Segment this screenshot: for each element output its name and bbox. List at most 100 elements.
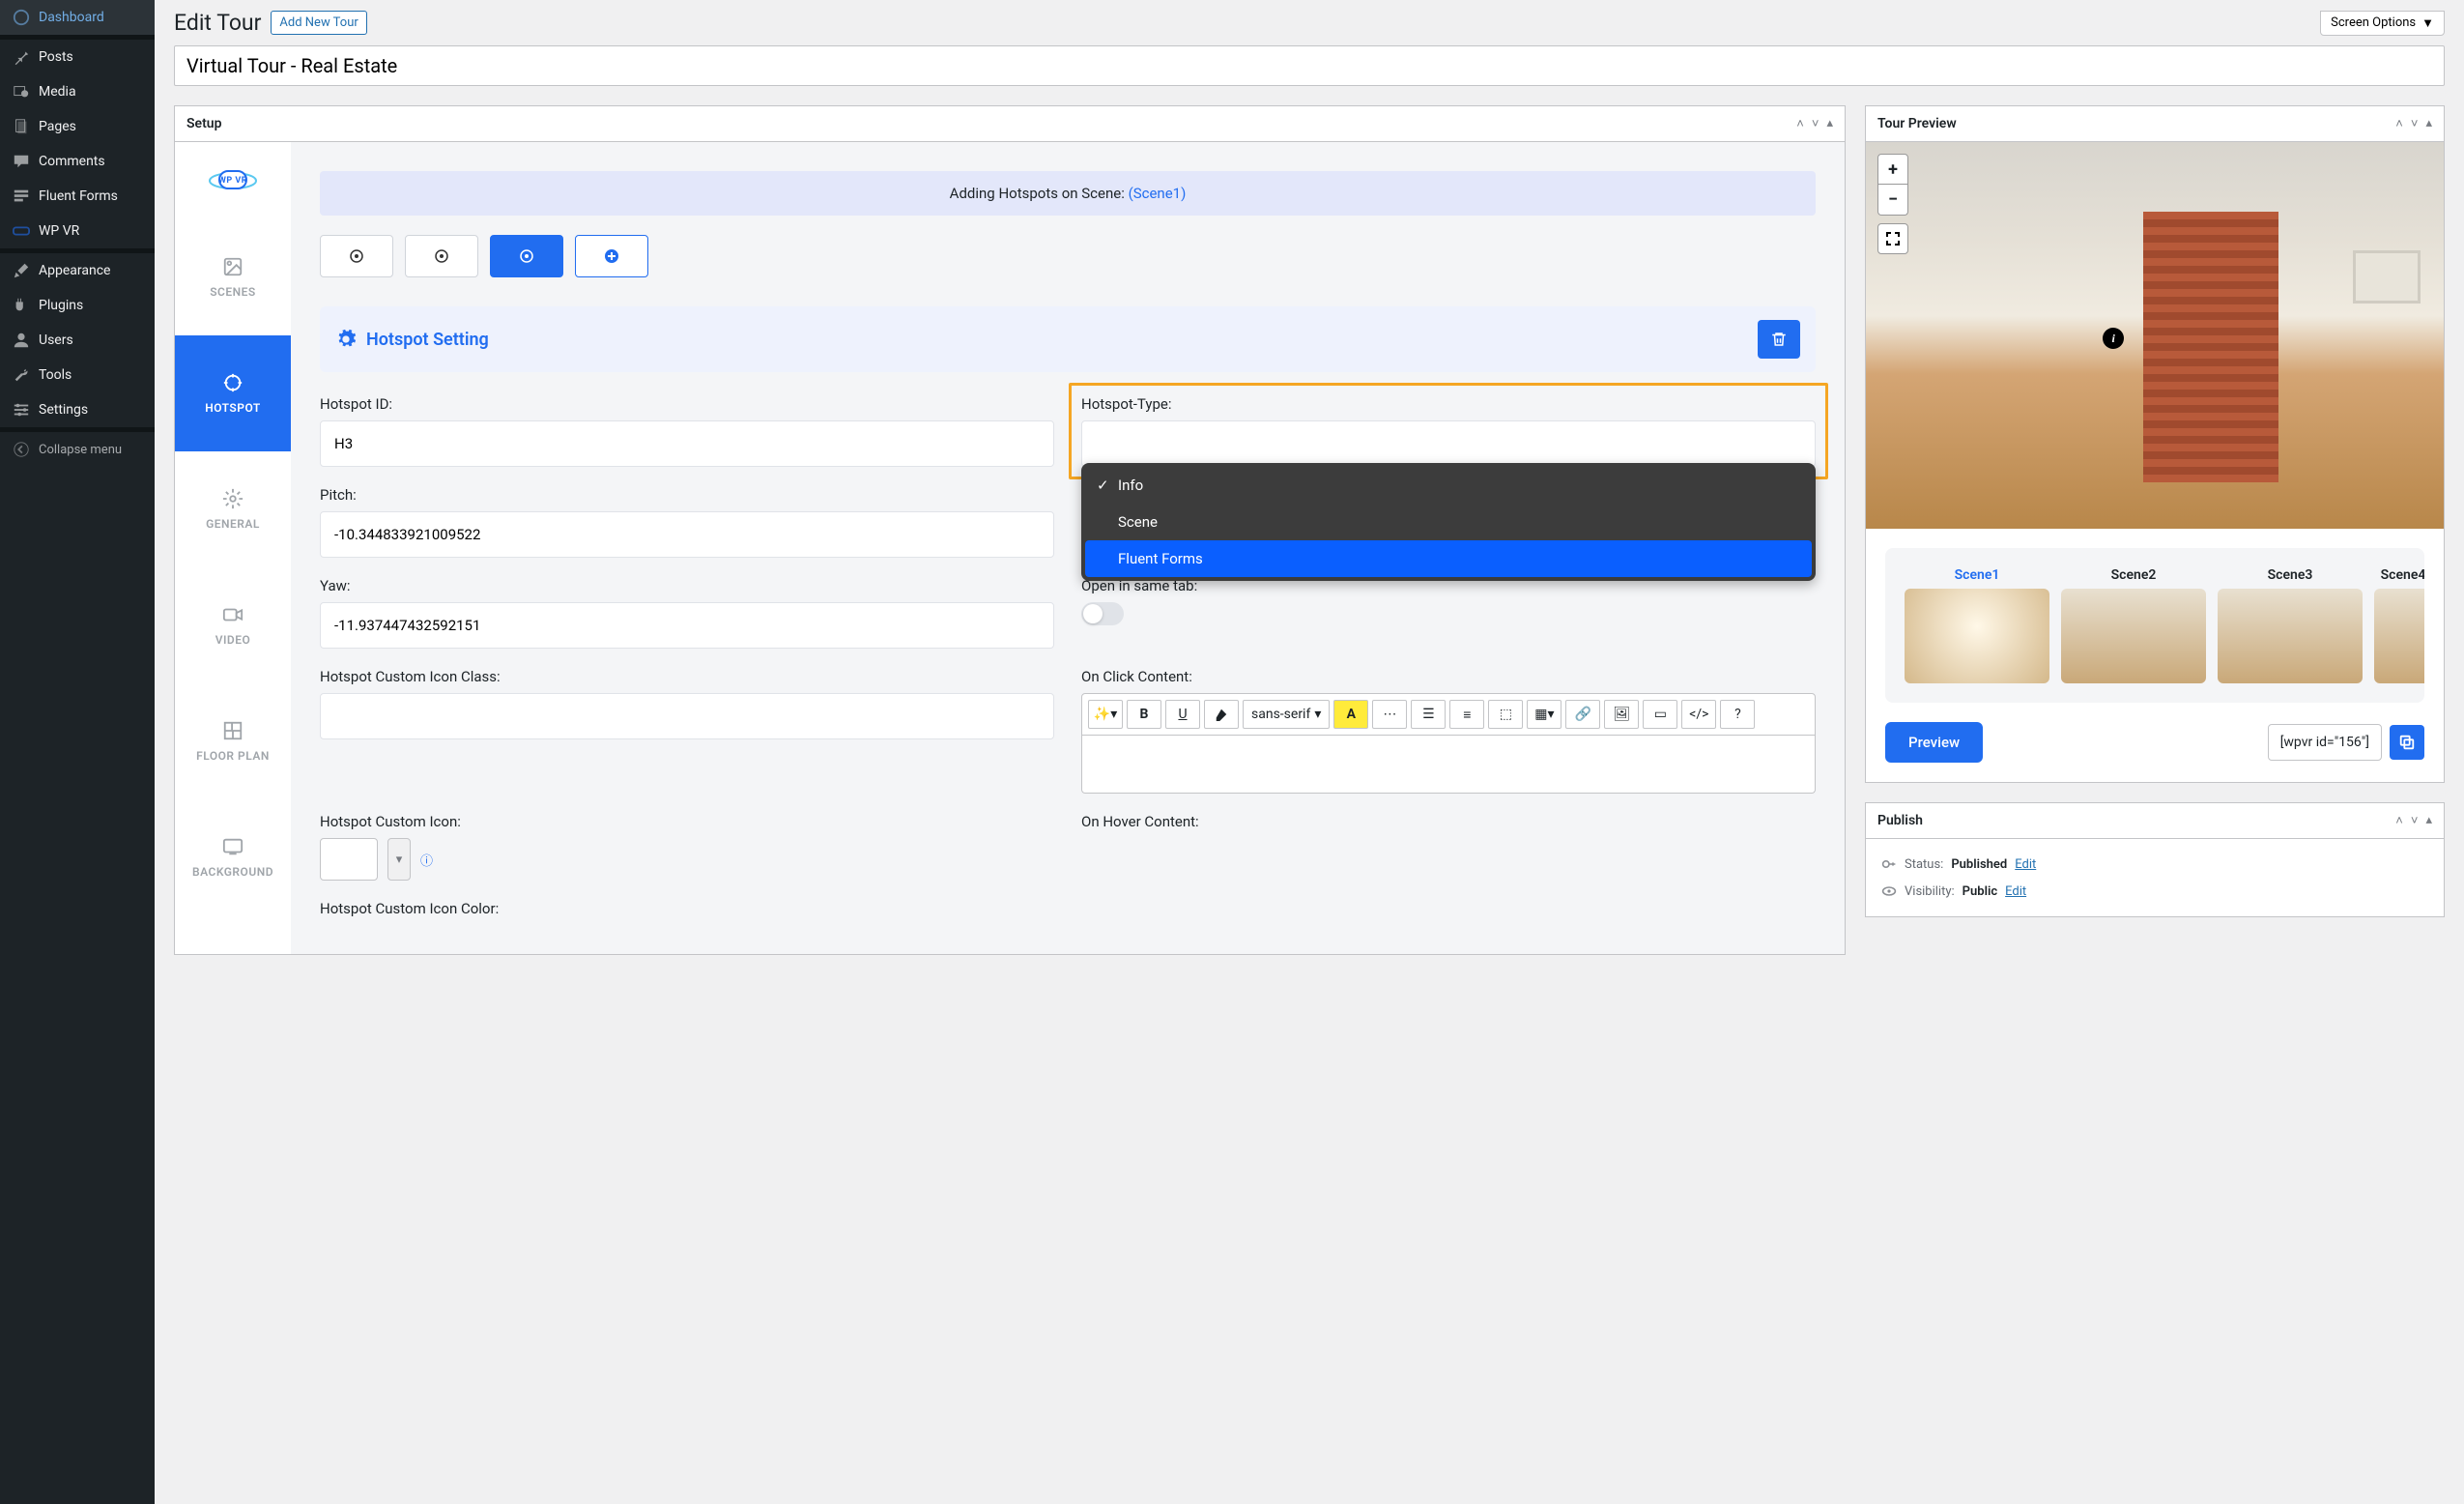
open-same-tab-toggle[interactable] <box>1081 602 1124 625</box>
edit-visibility-link[interactable]: Edit <box>2005 884 2026 899</box>
admin-sidebar: Dashboard Posts Media Pages Comments Flu… <box>0 0 155 1504</box>
sidebar-item-posts[interactable]: Posts <box>0 40 155 74</box>
pitch-input[interactable] <box>320 511 1054 558</box>
panorama-viewer[interactable]: + − i <box>1866 142 2444 529</box>
hotspot-selector-1[interactable] <box>320 235 393 277</box>
copy-shortcode-button[interactable] <box>2390 725 2424 760</box>
sidebar-item-media[interactable]: Media <box>0 74 155 109</box>
collapse-menu[interactable]: Collapse menu <box>0 432 155 467</box>
edit-status-link[interactable]: Edit <box>2015 857 2036 872</box>
sidebar-item-wpvr[interactable]: WP VR <box>0 214 155 248</box>
tab-general[interactable]: GENERAL <box>175 451 291 567</box>
panel-down-icon[interactable]: ˅ <box>1812 116 1819 131</box>
panel-up-icon[interactable]: ˄ <box>2395 813 2403 828</box>
tab-background[interactable]: BACKGROUND <box>175 799 291 915</box>
sidebar-item-users[interactable]: Users <box>0 323 155 358</box>
on-click-editor[interactable] <box>1081 736 1816 794</box>
tab-floor-plan[interactable]: FLOOR PLAN <box>175 683 291 799</box>
sidebar-item-comments[interactable]: Comments <box>0 144 155 179</box>
form-icon <box>12 187 31 206</box>
sidebar-item-label: Users <box>39 333 73 348</box>
scene-link[interactable]: (Scene1) <box>1129 185 1187 202</box>
custom-icon-class-input[interactable] <box>320 693 1054 739</box>
scene-thumb-1[interactable]: Scene1 <box>1905 567 2049 683</box>
tab-video[interactable]: VIDEO <box>175 567 291 683</box>
setup-panel: Setup ˄ ˅ ▴ WP VR <box>174 105 1846 955</box>
editor-image-button[interactable]: 🖼 <box>1604 700 1639 729</box>
editor-font-select[interactable]: sans-serif ▾ <box>1243 700 1330 729</box>
dropdown-option-info[interactable]: Info <box>1085 467 1812 504</box>
tour-title-input[interactable] <box>174 45 2445 86</box>
editor-highlight-button[interactable]: A <box>1333 700 1368 729</box>
hotspot-id-input[interactable] <box>320 420 1054 467</box>
panel-up-icon[interactable]: ˄ <box>1796 116 1804 131</box>
panel-toggle-icon[interactable]: ▴ <box>2425 116 2432 131</box>
zoom-out-button[interactable]: − <box>1877 185 1908 216</box>
yaw-label: Yaw: <box>320 577 1054 594</box>
scene-thumb-3[interactable]: Scene3 <box>2218 567 2363 683</box>
sidebar-item-appearance[interactable]: Appearance <box>0 253 155 288</box>
editor-ol-button[interactable]: ≡ <box>1449 700 1484 729</box>
add-new-tour-button[interactable]: Add New Tour <box>271 11 366 35</box>
pitch-label: Pitch: <box>320 486 1054 504</box>
panel-down-icon[interactable]: ˅ <box>2411 116 2419 131</box>
dropdown-option-fluentforms[interactable]: Fluent Forms <box>1085 540 1812 577</box>
preview-button[interactable]: Preview <box>1885 722 1983 763</box>
panel-up-icon[interactable]: ˄ <box>2395 116 2403 131</box>
yaw-input[interactable] <box>320 602 1054 649</box>
wrench-icon <box>12 365 31 385</box>
help-icon[interactable]: ⓘ <box>420 851 433 869</box>
sidebar-item-dashboard[interactable]: Dashboard <box>0 0 155 35</box>
icon-preview <box>320 838 378 881</box>
editor-video-button[interactable]: ▭ <box>1643 700 1677 729</box>
panel-toggle-icon[interactable]: ▴ <box>1826 116 1833 131</box>
editor-eraser-button[interactable] <box>1204 700 1239 729</box>
scene-thumb-2[interactable]: Scene2 <box>2061 567 2206 683</box>
sidebar-item-label: Dashboard <box>39 10 104 25</box>
on-hover-label: On Hover Content: <box>1081 813 1816 830</box>
key-icon <box>1881 856 1897 872</box>
icon-dropdown-button[interactable]: ▾ <box>387 838 411 881</box>
tab-hotspot[interactable]: HOTSPOT <box>175 335 291 451</box>
sidebar-item-settings[interactable]: Settings <box>0 392 155 427</box>
sidebar-item-pages[interactable]: Pages <box>0 109 155 144</box>
sidebar-item-plugins[interactable]: Plugins <box>0 288 155 323</box>
collapse-icon <box>12 440 31 459</box>
editor-table-button[interactable]: ▦▾ <box>1527 700 1561 729</box>
zoom-in-button[interactable]: + <box>1877 154 1908 185</box>
editor-ul-button[interactable]: ☰ <box>1411 700 1446 729</box>
screen-options-button[interactable]: Screen Options ▼ <box>2320 11 2445 36</box>
editor-underline-button[interactable]: U <box>1165 700 1200 729</box>
scene-thumb-4[interactable]: Scene4 <box>2374 567 2424 683</box>
hotspot-type-label: Hotspot-Type: <box>1081 395 1816 413</box>
editor-indent-button[interactable]: ⬚ <box>1488 700 1523 729</box>
editor-help-button[interactable]: ? <box>1720 700 1755 729</box>
hotspot-type-select[interactable] <box>1081 420 1816 467</box>
dropdown-option-scene[interactable]: Scene <box>1085 504 1812 540</box>
panel-toggle-icon[interactable]: ▴ <box>2425 813 2432 828</box>
hotspot-selector-3[interactable] <box>490 235 563 277</box>
hotspot-selector-2[interactable] <box>405 235 478 277</box>
sidebar-item-label: Plugins <box>39 298 83 313</box>
panel-down-icon[interactable]: ˅ <box>2411 813 2419 828</box>
editor-code-button[interactable]: </> <box>1681 700 1716 729</box>
sidebar-item-tools[interactable]: Tools <box>0 358 155 392</box>
gear-icon <box>222 488 244 509</box>
setup-panel-title: Setup <box>186 116 221 131</box>
tab-scenes[interactable]: SCENES <box>175 219 291 335</box>
gear-icon <box>335 329 357 350</box>
visibility-value: Public <box>1963 884 1997 899</box>
add-hotspot-button[interactable] <box>575 235 648 277</box>
hotspot-info-marker[interactable]: i <box>2103 328 2124 349</box>
sidebar-item-label: Appearance <box>39 263 110 278</box>
editor-magic-button[interactable]: ✨▾ <box>1088 700 1123 729</box>
editor-link-button[interactable]: 🔗 <box>1565 700 1600 729</box>
sidebar-item-label: Comments <box>39 154 105 169</box>
delete-hotspot-button[interactable] <box>1758 320 1800 359</box>
vr-icon <box>12 221 31 241</box>
editor-bold-button[interactable]: B <box>1127 700 1161 729</box>
fullscreen-button[interactable] <box>1877 223 1908 254</box>
sidebar-item-fluentforms[interactable]: Fluent Forms <box>0 179 155 214</box>
editor-more-button[interactable]: ⋯ <box>1372 700 1407 729</box>
plugin-icon <box>12 296 31 315</box>
